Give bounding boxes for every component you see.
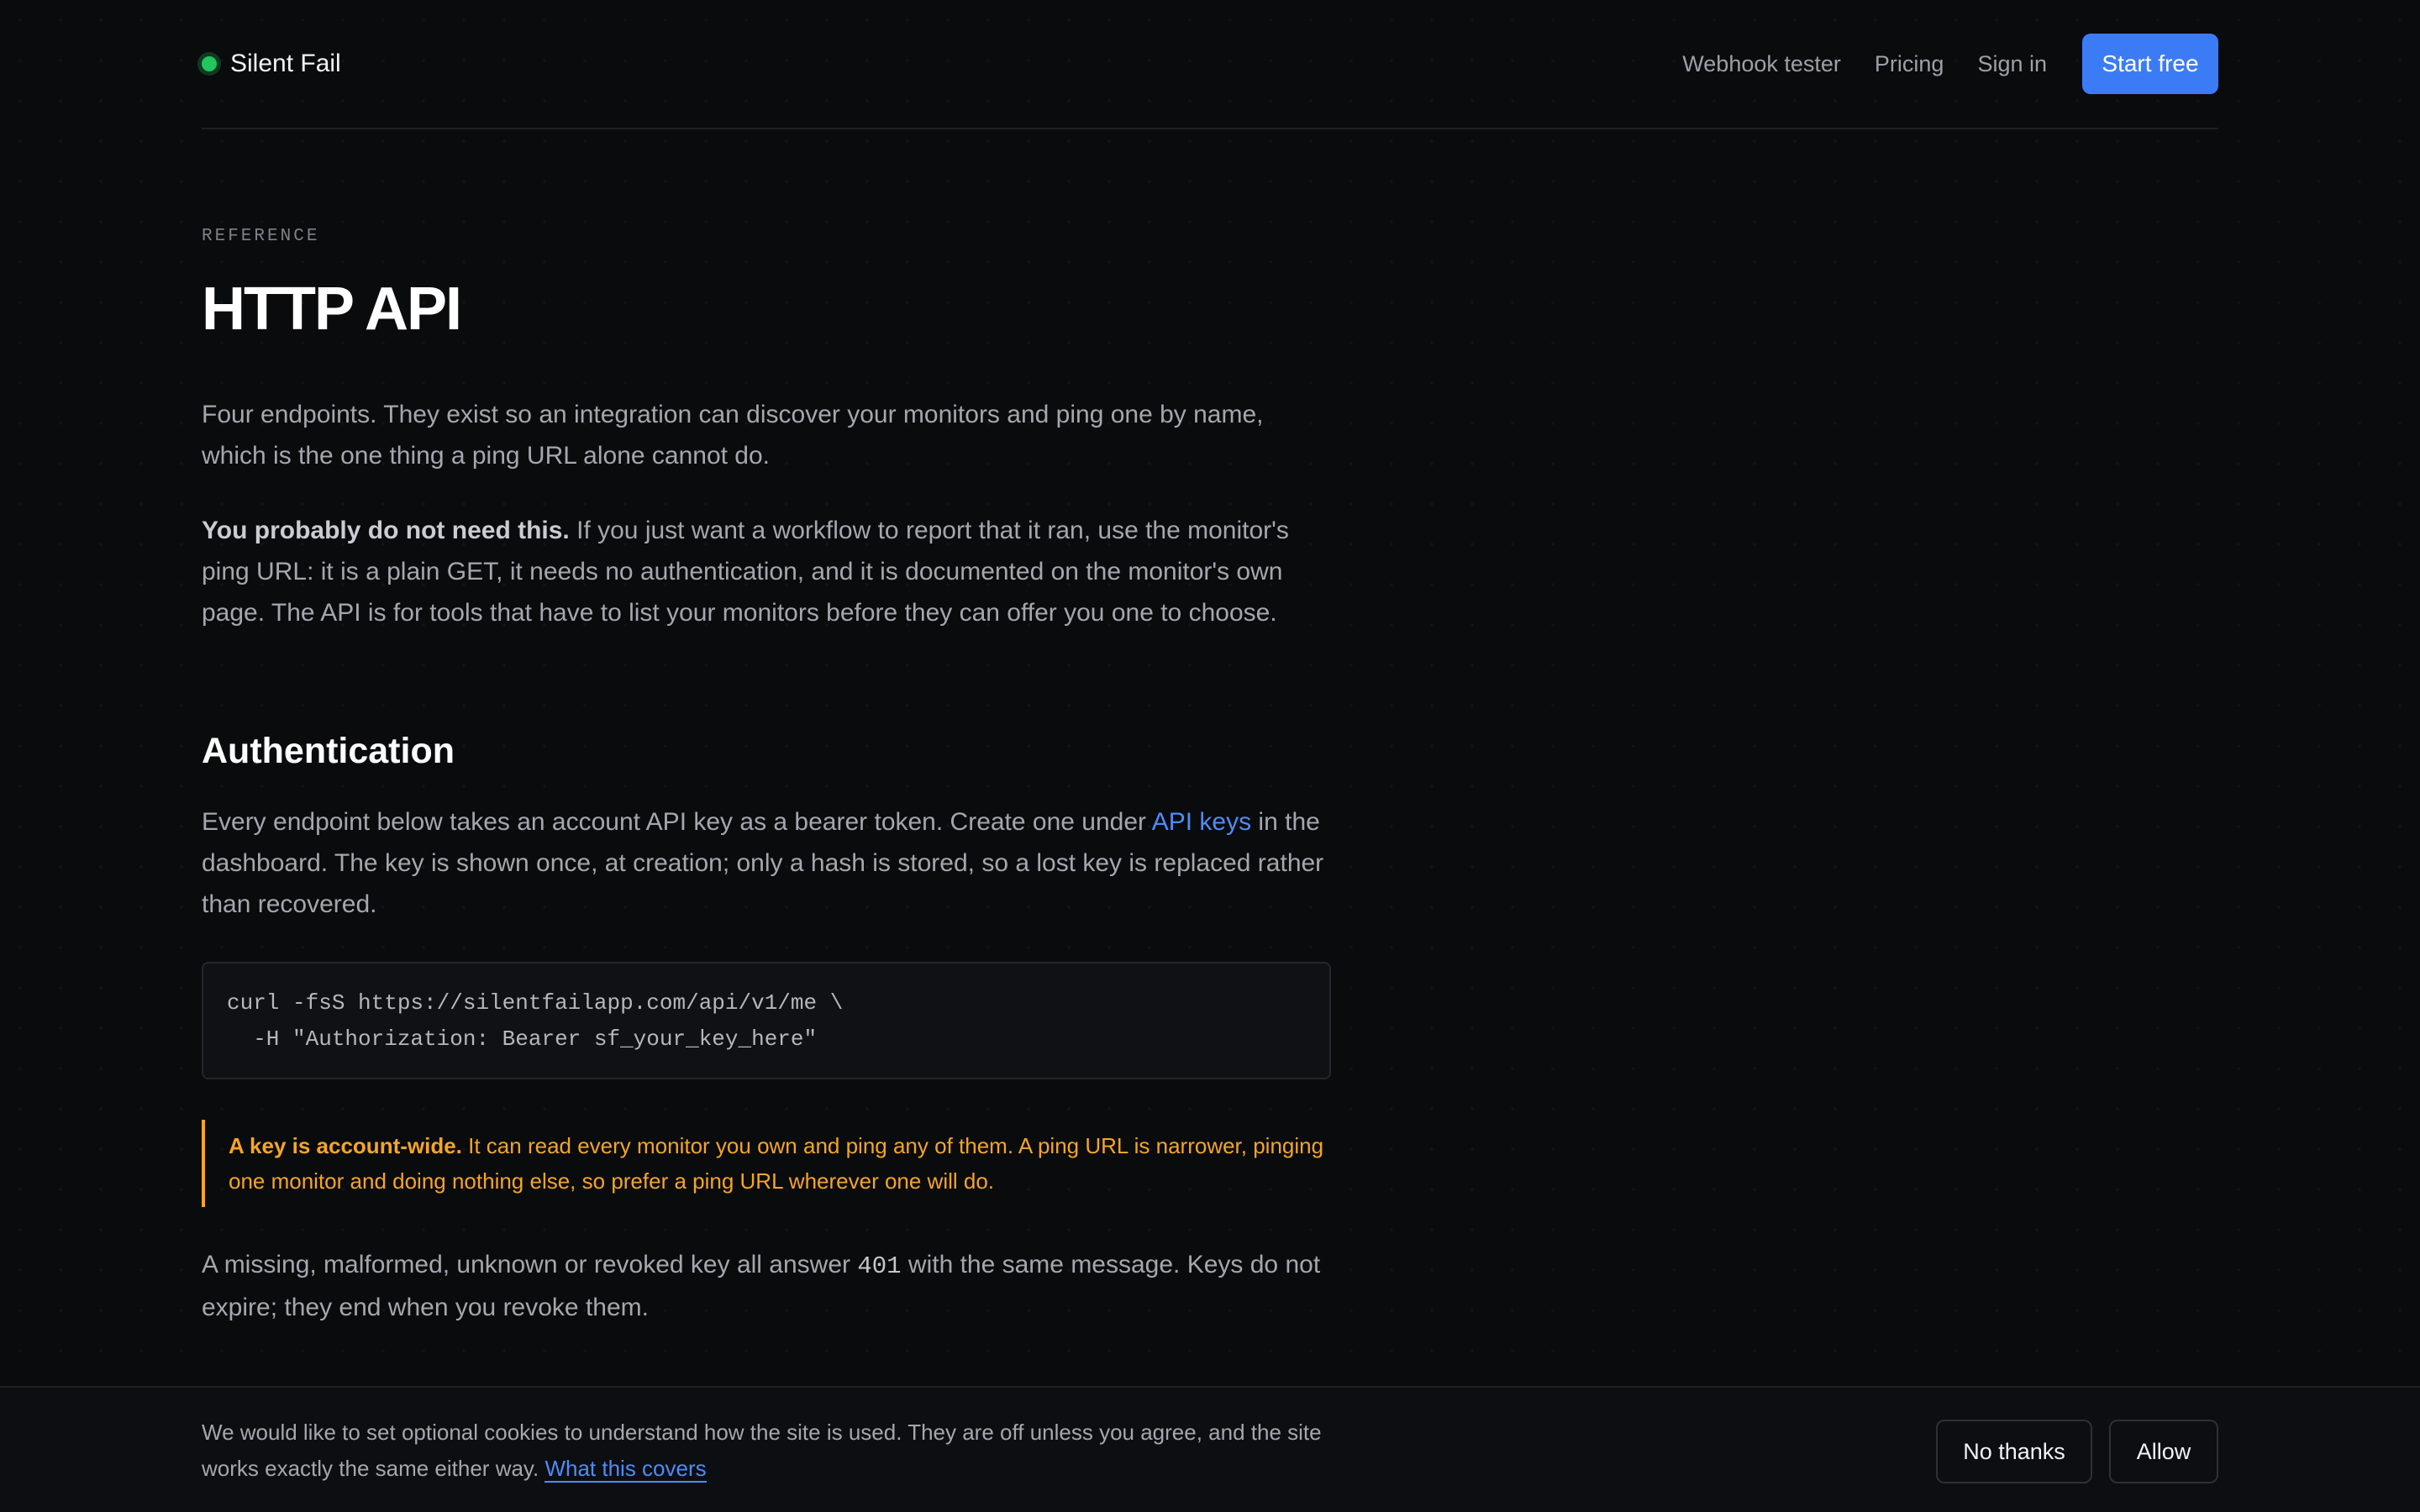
brand-name: Silent Fail xyxy=(230,50,341,77)
page-title: HTTP API xyxy=(202,276,462,343)
revoke-paragraph: A missing, malformed, unknown or revoked… xyxy=(202,1244,1331,1328)
top-nav: Webhook tester Pricing Sign in Start fre… xyxy=(1649,34,2218,94)
cookie-actions: No thanks Allow xyxy=(1936,1420,2218,1483)
cookie-message: We would like to set optional cookies to… xyxy=(202,1420,1322,1481)
section-eyebrow: REFERENCE xyxy=(202,227,320,246)
status-dot-icon xyxy=(202,56,217,71)
nav-sign-in[interactable]: Sign in xyxy=(1977,51,2047,77)
revoke-text-before: A missing, malformed, unknown or revoked… xyxy=(202,1251,858,1278)
note-bold: You probably do not need this. xyxy=(202,517,570,544)
cookie-info-link[interactable]: What this covers xyxy=(544,1456,707,1483)
code-line-2: -H "Authorization: Bearer sf_your_key_he… xyxy=(227,1026,818,1052)
note-paragraph: You probably do not need this. If you ju… xyxy=(202,510,1331,633)
site-header: Silent Fail Webhook tester Pricing Sign … xyxy=(202,0,2218,129)
callout-bold: A key is account-wide. xyxy=(229,1133,462,1158)
nav-webhook-tester[interactable]: Webhook tester xyxy=(1682,51,1841,77)
brand[interactable]: Silent Fail xyxy=(202,50,341,78)
authentication-heading: Authentication xyxy=(202,731,455,771)
allow-button[interactable]: Allow xyxy=(2109,1420,2218,1483)
cookie-banner: We would like to set optional cookies to… xyxy=(0,1386,2420,1512)
warning-callout: A key is account-wide. It can read every… xyxy=(202,1120,1331,1207)
intro-paragraph: Four endpoints. They exist so an integra… xyxy=(202,401,1264,470)
no-thanks-button[interactable]: No thanks xyxy=(1936,1420,2092,1483)
auth-text-before: Every endpoint below takes an account AP… xyxy=(202,808,1152,836)
api-keys-link[interactable]: API keys xyxy=(1152,808,1251,836)
code-line-1: curl -fsS https://silentfailapp.com/api/… xyxy=(227,990,844,1016)
nav-pricing[interactable]: Pricing xyxy=(1875,51,1944,77)
curl-code-block[interactable]: curl -fsS https://silentfailapp.com/api/… xyxy=(202,962,1331,1079)
main-content: REFERENCE HTTP API Four endpoints. They … xyxy=(202,227,1331,1328)
cookie-text: We would like to set optional cookies to… xyxy=(202,1415,1344,1487)
auth-paragraph: Every endpoint below takes an account AP… xyxy=(202,801,1331,925)
start-free-button[interactable]: Start free xyxy=(2082,34,2218,94)
status-code-401: 401 xyxy=(857,1252,902,1280)
